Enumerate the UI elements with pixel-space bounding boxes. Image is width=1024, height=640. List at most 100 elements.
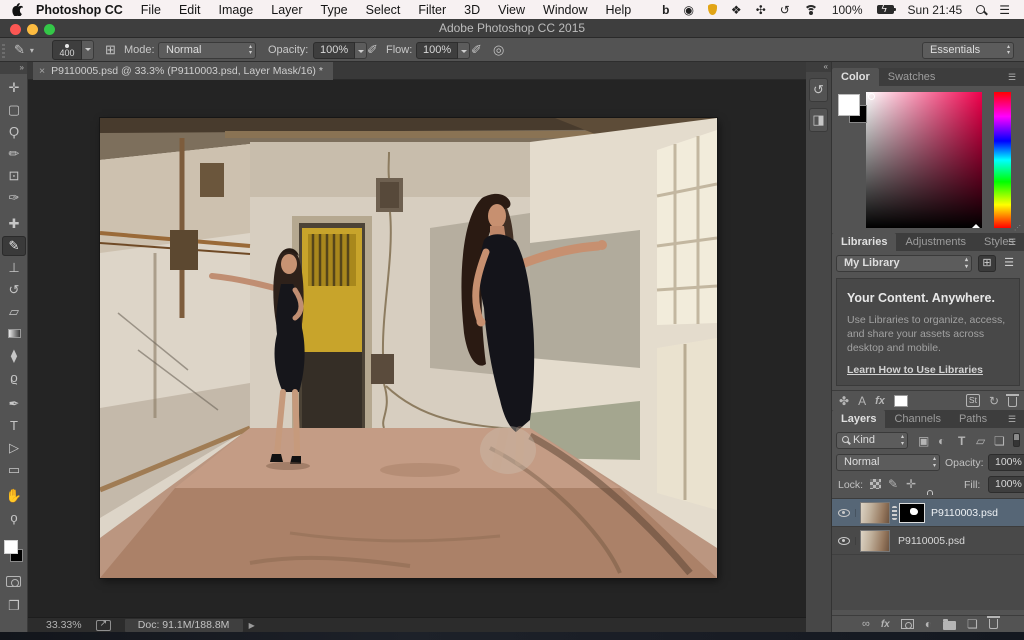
- quick-selection-tool[interactable]: ✏: [2, 144, 26, 164]
- brush-size-dropdown-button[interactable]: [82, 40, 94, 60]
- history-brush-tool[interactable]: ↺: [2, 280, 26, 300]
- status-options-arrow[interactable]: ▶: [249, 621, 255, 630]
- tab-color[interactable]: Color: [832, 68, 879, 86]
- pressure-size-icon[interactable]: ◎: [488, 38, 509, 62]
- layer-name[interactable]: P9110003.psd: [931, 507, 998, 519]
- filter-smart-object-icon[interactable]: ❏: [994, 433, 1005, 449]
- spotlight-icon[interactable]: [969, 5, 992, 14]
- blur-tool[interactable]: ⧫: [2, 346, 26, 366]
- share-icon[interactable]: [96, 620, 111, 631]
- crop-tool[interactable]: ⊡: [2, 166, 26, 186]
- canvas-image[interactable]: [100, 118, 717, 578]
- filter-pixel-icon[interactable]: ▣: [918, 433, 929, 449]
- layer-mask-link-icon[interactable]: [892, 506, 897, 520]
- layer-blend-mode-select[interactable]: Normal: [836, 454, 940, 471]
- add-color-swatch-icon[interactable]: [894, 395, 908, 407]
- filter-adjustment-icon[interactable]: ◐: [938, 433, 945, 449]
- time-machine-icon[interactable]: ↺: [773, 3, 797, 17]
- zoom-window-button[interactable]: [44, 24, 55, 35]
- document-tab[interactable]: × P9110005.psd @ 33.3% (P9110003.psd, La…: [33, 62, 333, 80]
- flow-field[interactable]: 100%: [416, 38, 470, 62]
- creative-cloud-icon[interactable]: ◉: [676, 3, 700, 17]
- menu-window[interactable]: Window: [534, 3, 596, 17]
- tool-preset-brush-icon[interactable]: ✎▾: [9, 38, 34, 62]
- apple-logo-icon[interactable]: [12, 3, 23, 16]
- library-learn-link[interactable]: Learn How to Use Libraries: [837, 355, 1019, 376]
- menu-select[interactable]: Select: [357, 3, 410, 17]
- color-picker-marker[interactable]: [868, 93, 875, 100]
- quick-mask-mode-icon[interactable]: [6, 576, 21, 587]
- move-tool[interactable]: ✛: [2, 78, 26, 98]
- layers-panel-menu-icon[interactable]: ☰: [1008, 415, 1020, 424]
- adobe-stock-icon[interactable]: St: [966, 394, 980, 407]
- library-trash-icon[interactable]: [1008, 397, 1017, 407]
- spot-healing-tool[interactable]: ✚: [2, 214, 26, 234]
- wifi-icon[interactable]: [797, 5, 825, 15]
- path-selection-tool[interactable]: ▷: [2, 438, 26, 458]
- canvas-pasteboard[interactable]: [28, 80, 806, 617]
- add-graphic-icon[interactable]: ✤: [839, 393, 849, 409]
- add-layer-mask-icon[interactable]: [901, 619, 914, 629]
- menubar-clock[interactable]: Sun 21:45: [901, 3, 970, 17]
- pen-tool[interactable]: ✒: [2, 394, 26, 414]
- dock-expand-icon[interactable]: «: [806, 62, 831, 72]
- layer-name[interactable]: P9110005.psd: [898, 535, 965, 547]
- layer-style-icon[interactable]: fx: [881, 619, 890, 630]
- eyedropper-tool[interactable]: ✑: [2, 188, 26, 208]
- close-window-button[interactable]: [10, 24, 21, 35]
- brush-size-picker[interactable]: 400: [52, 38, 94, 62]
- foreground-color-swatch[interactable]: [4, 540, 18, 554]
- lock-position-icon[interactable]: ✛: [906, 476, 916, 492]
- opacity-field[interactable]: 100%: [313, 38, 367, 62]
- clone-stamp-tool[interactable]: ⊥: [2, 258, 26, 278]
- layer-fill-field[interactable]: 100%: [988, 476, 1024, 493]
- layer-row-p9110005[interactable]: P9110005.psd: [832, 527, 1024, 555]
- zoom-tool[interactable]: ϙ: [2, 508, 26, 528]
- lock-transparency-icon[interactable]: [870, 479, 881, 489]
- sync-icon[interactable]: ↻: [989, 393, 999, 409]
- library-list-view-icon[interactable]: ☰: [1000, 255, 1018, 272]
- tab-layers[interactable]: Layers: [832, 410, 885, 428]
- add-adjustment-layer-icon[interactable]: ◐: [925, 616, 932, 632]
- menu-view[interactable]: View: [489, 3, 534, 17]
- new-group-icon[interactable]: [943, 621, 956, 630]
- layer-thumbnail[interactable]: [860, 530, 890, 552]
- minimize-window-button[interactable]: [27, 24, 38, 35]
- eraser-tool[interactable]: ▱: [2, 302, 26, 322]
- tab-swatches[interactable]: Swatches: [879, 68, 945, 86]
- color-saturation-field[interactable]: [866, 92, 982, 228]
- new-layer-icon[interactable]: ❏: [967, 616, 978, 632]
- layer-mask-thumbnail[interactable]: [899, 503, 925, 523]
- menu-type[interactable]: Type: [312, 3, 357, 17]
- lasso-tool[interactable]: Ϙ: [2, 122, 26, 142]
- hand-tool[interactable]: ✋: [2, 486, 26, 506]
- input-switcher-icon[interactable]: ✣: [749, 3, 773, 17]
- lock-paint-icon[interactable]: ✎: [888, 476, 898, 492]
- color-foreground-swatch[interactable]: [838, 94, 860, 116]
- library-select[interactable]: My Library: [836, 255, 972, 272]
- marquee-tool[interactable]: ▢: [2, 100, 26, 120]
- color-panel-menu-icon[interactable]: ☰: [1008, 73, 1020, 82]
- tab-paths[interactable]: Paths: [950, 410, 996, 428]
- backblaze-icon[interactable]: b: [655, 3, 676, 17]
- notification-center-icon[interactable]: ☰: [992, 3, 1024, 17]
- menu-edit[interactable]: Edit: [170, 3, 210, 17]
- menu-photoshop[interactable]: Photoshop CC: [27, 3, 132, 17]
- battery-icon[interactable]: ϟ: [870, 5, 901, 14]
- menu-layer[interactable]: Layer: [262, 3, 311, 17]
- delete-layer-icon[interactable]: [989, 619, 998, 629]
- pressure-opacity-icon[interactable]: ✐: [362, 38, 383, 62]
- toolbar-collapse-icon[interactable]: »: [0, 62, 27, 74]
- brush-panel-toggle-icon[interactable]: ⊞: [100, 38, 121, 62]
- layer-opacity-field[interactable]: 100%: [988, 454, 1024, 471]
- layer-row-p9110003[interactable]: P9110003.psd: [832, 499, 1024, 527]
- doc-size-readout[interactable]: Doc: 91.1M/188.8M: [125, 619, 243, 632]
- dropbox-icon[interactable]: ❖: [724, 3, 749, 17]
- menu-file[interactable]: File: [132, 3, 170, 17]
- tab-channels[interactable]: Channels: [885, 410, 949, 428]
- zoom-level-field[interactable]: 33.33%: [46, 619, 82, 631]
- link-layers-icon[interactable]: ∞: [862, 616, 870, 632]
- brush-tool[interactable]: ✎: [2, 236, 26, 256]
- menu-3d[interactable]: 3D: [455, 3, 489, 17]
- filter-toggle[interactable]: [1013, 433, 1020, 447]
